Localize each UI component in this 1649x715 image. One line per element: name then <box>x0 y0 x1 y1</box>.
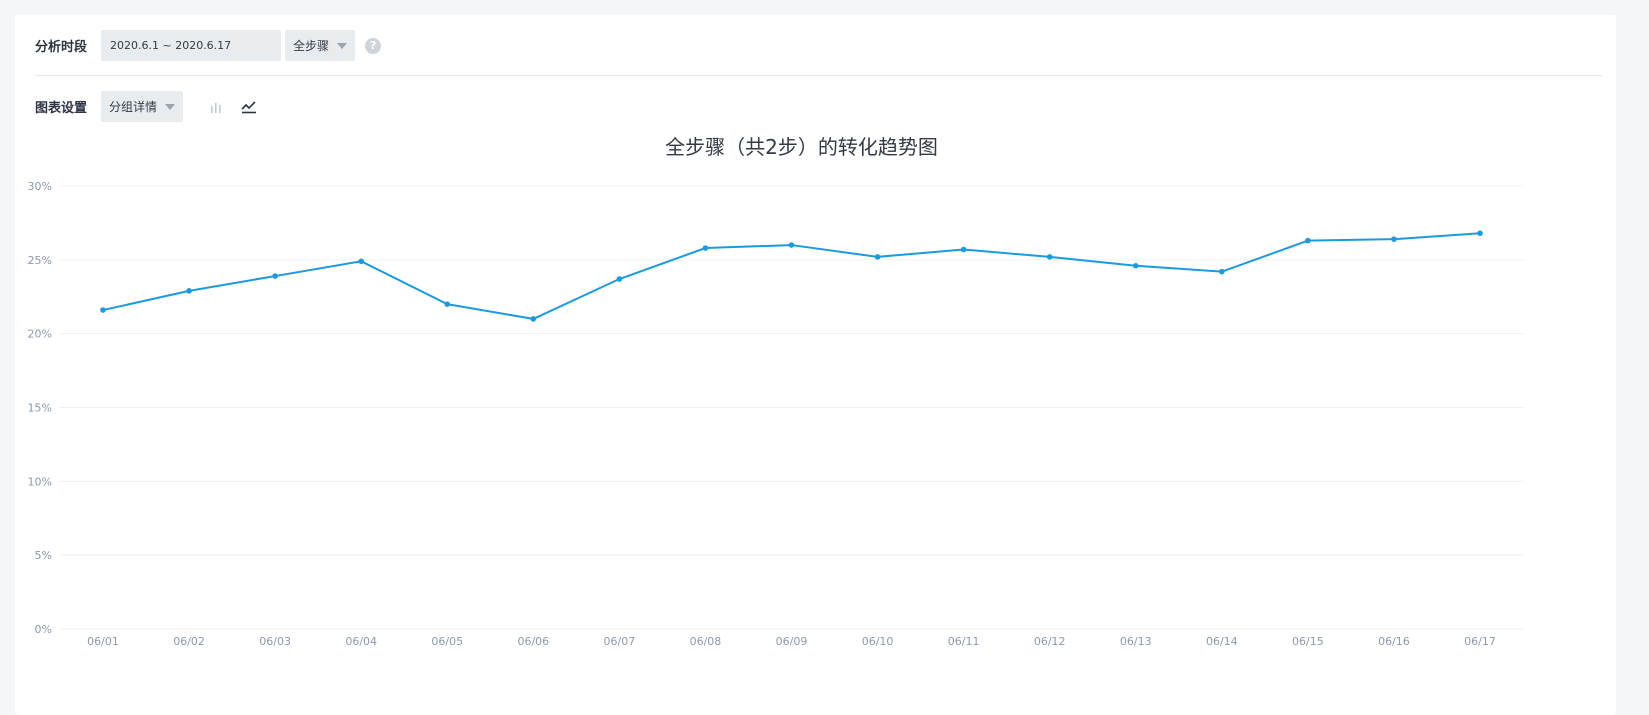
analysis-panel: 分析时段 2020.6.1 ~ 2020.6.17 全步骤 ? 图表设置 分组详… <box>15 15 1616 715</box>
y-tick-label: 25% <box>28 254 52 267</box>
data-point[interactable] <box>874 254 881 260</box>
x-tick-label: 06/05 <box>431 635 463 648</box>
x-tick-label: 06/07 <box>604 635 636 648</box>
x-tick-label: 06/02 <box>173 635 205 648</box>
y-tick-label: 30% <box>28 180 52 193</box>
x-tick-label: 06/01 <box>87 635 119 648</box>
data-point[interactable] <box>788 242 795 248</box>
data-point[interactable] <box>272 273 278 279</box>
data-point[interactable] <box>616 276 623 282</box>
y-tick-label: 15% <box>28 402 52 415</box>
data-point[interactable] <box>530 316 537 322</box>
x-tick-label: 06/09 <box>776 635 808 648</box>
y-tick-label: 0% <box>35 623 52 636</box>
x-tick-label: 06/03 <box>259 635 291 648</box>
data-point[interactable] <box>702 245 709 251</box>
x-tick-label: 06/08 <box>690 635 722 648</box>
data-point[interactable] <box>358 258 364 265</box>
y-tick-label: 5% <box>35 549 52 562</box>
x-tick-label: 06/17 <box>1464 635 1496 648</box>
trend-chart: 全步骤（共2步）的转化趋势图 0% 5% 10% 15% 20% 25% 30% 06/01… <box>28 135 1523 648</box>
data-point[interactable] <box>186 288 192 294</box>
data-point[interactable] <box>1219 268 1225 275</box>
x-tick-label: 06/16 <box>1378 635 1410 648</box>
x-tick-label: 06/10 <box>862 635 894 648</box>
series <box>100 230 1483 322</box>
y-tick-label: 10% <box>28 475 52 488</box>
data-point[interactable] <box>960 246 967 253</box>
x-tick-label: 06/04 <box>345 635 377 648</box>
chart-title: 全步骤（共2步）的转化趋势图 <box>665 135 938 159</box>
x-tick-label: 06/14 <box>1206 635 1238 648</box>
x-tick-label: 06/11 <box>948 635 980 648</box>
data-point[interactable] <box>1046 254 1053 260</box>
x-axis: 06/01 06/02 06/03 06/04 06/05 06/06 06/07 06/08… <box>87 635 1496 648</box>
data-point[interactable] <box>1477 230 1483 237</box>
x-tick-label: 06/15 <box>1292 635 1324 648</box>
grid <box>60 185 1523 630</box>
data-point[interactable] <box>444 301 451 307</box>
data-point[interactable] <box>1391 236 1397 242</box>
x-tick-label: 06/12 <box>1034 635 1066 648</box>
data-point[interactable] <box>1132 262 1139 269</box>
x-tick-label: 06/06 <box>517 635 549 648</box>
data-point[interactable] <box>100 307 106 313</box>
x-tick-label: 06/13 <box>1120 635 1152 648</box>
data-point[interactable] <box>1305 237 1311 244</box>
y-tick-label: 20% <box>28 328 52 341</box>
y-axis: 0% 5% 10% 15% 20% 25% 30% <box>28 180 52 636</box>
